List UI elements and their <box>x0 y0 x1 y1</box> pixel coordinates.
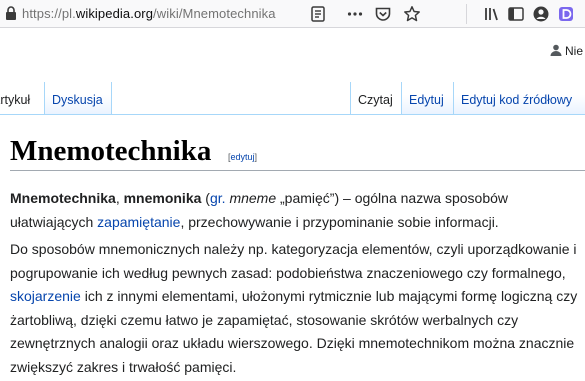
url-bar[interactable]: https://pl.wikipedia.org/wiki/Mnemotechn… <box>22 6 276 21</box>
body-paragraph: Do sposobów mnemonicznych należy np. kat… <box>10 238 577 379</box>
page-tabs: Artykuł Dyskusja Czytaj Edytuj Edytuj ko… <box>0 82 585 114</box>
p2-line-1: Do sposobów mnemonicznych należy np. kat… <box>10 241 577 257</box>
more-icon[interactable] <box>346 5 364 23</box>
extension-icon[interactable] <box>557 5 575 23</box>
toolbar-separator <box>466 4 467 24</box>
tabs-border <box>0 114 585 115</box>
intro-paragraph: Mnemotechnika, mnemonika (gr. mneme „pam… <box>10 187 508 234</box>
library-icon[interactable] <box>483 5 501 23</box>
title-divider <box>10 170 585 171</box>
lock-icon[interactable] <box>5 6 17 21</box>
p2-line-6: zwiększyć zakres i trwałość pamięci. <box>10 358 237 375</box>
not-logged-in-link[interactable]: Nie <box>565 44 583 58</box>
tab-edytuj[interactable]: Edytuj <box>401 82 453 114</box>
page-title: Mnemotechnika <box>10 135 212 167</box>
browser-toolbar: https://pl.wikipedia.org/wiki/Mnemotechn… <box>0 0 585 28</box>
p2-line-3: skojarzenie ich z innymi elementami, uło… <box>10 288 578 304</box>
account-icon[interactable] <box>532 5 550 23</box>
edit-section-link[interactable]: edytuj <box>231 152 255 162</box>
tab-dyskusja[interactable]: Dyskusja <box>44 82 112 114</box>
p2-line-4: żartobliwą, dzięki czemu łatwo je zapami… <box>10 311 519 328</box>
p2-line-5: zewnętrznych analogii oraz układu wiersz… <box>10 335 575 351</box>
tab-artykul[interactable]: Artykuł <box>0 82 42 114</box>
link-greek[interactable]: gr. <box>210 190 226 206</box>
p1-line-1: Mnemotechnika, mnemonika (gr. mneme „pam… <box>10 190 509 206</box>
tab-czytaj[interactable]: Czytaj <box>350 82 400 114</box>
reader-view-icon[interactable] <box>309 5 327 23</box>
pocket-icon[interactable] <box>374 5 392 23</box>
bookmark-star-icon[interactable] <box>403 5 421 23</box>
link-skojarzenie[interactable]: skojarzenie <box>10 288 81 304</box>
tab-edytuj-kod-zrodlowy[interactable]: Edytuj kod źródłowy <box>453 82 585 114</box>
p1-line-2: ułatwiających zapamiętanie, przechowywan… <box>10 213 499 230</box>
user-icon <box>550 44 562 56</box>
p2-line-2: pogrupowanie ich według pewnych zasad: p… <box>10 264 566 281</box>
edit-section: [edytuj] <box>228 152 258 162</box>
sidebar-icon[interactable] <box>507 5 525 23</box>
link-zapamietanie[interactable]: zapamiętanie <box>97 214 180 230</box>
